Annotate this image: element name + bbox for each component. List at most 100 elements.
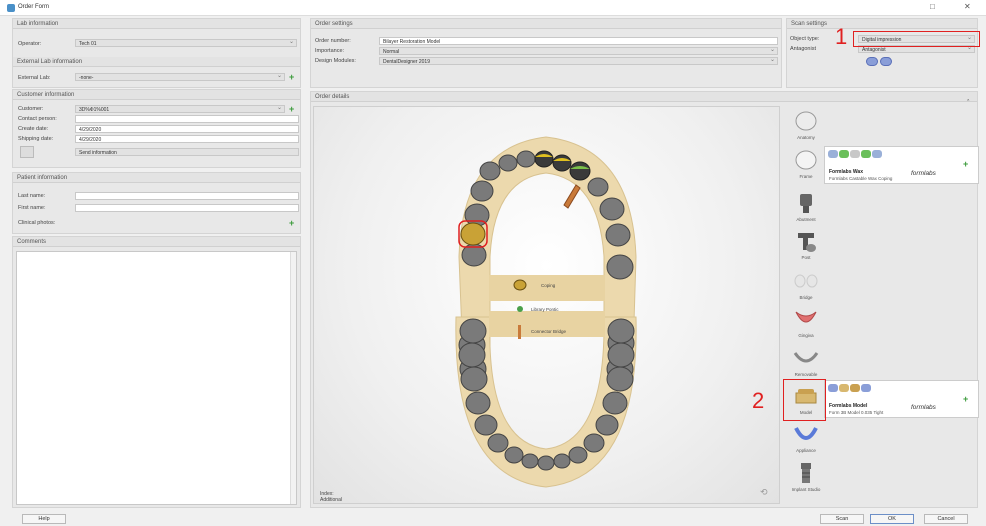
annotation-box-1 <box>853 31 980 47</box>
app-icon <box>7 4 15 12</box>
library-pontic-legend-icon <box>517 306 523 312</box>
create-date-input[interactable]: 4/29/2020 <box>75 125 299 133</box>
shipping-date-input[interactable]: 4/29/2020 <box>75 135 299 143</box>
legend-library-pontic: Library Pontic <box>531 307 559 312</box>
customer-info-panel: Customer information Customer: 3D%Ф1%001… <box>12 89 301 168</box>
order-number-input[interactable]: Bilayer Restoration Model <box>379 37 778 45</box>
legend-connector-bridge: Connector Bridge <box>531 329 567 334</box>
tool-abutment[interactable]: Abutment <box>789 190 823 222</box>
design-modules-select[interactable]: DentalDesigner 2019 <box>379 57 778 65</box>
annotation-number-2: 2 <box>752 388 765 413</box>
bridge-icon <box>792 268 820 294</box>
frame-formlabs-logo: formlabs <box>911 170 936 177</box>
tool-removable-label: Removable <box>794 372 818 377</box>
frame-material-name: Formlabs Wax <box>829 169 863 175</box>
removable-icon <box>792 345 820 371</box>
add-photo-icon[interactable]: + <box>289 219 294 228</box>
scan-settings-panel: Scan settings Object type: Digital impre… <box>786 18 978 88</box>
scan-button[interactable]: Scan <box>820 514 864 524</box>
ok-button[interactable]: OK <box>870 514 914 524</box>
dental-arch-svg <box>455 136 637 488</box>
abutment-icon <box>792 190 820 216</box>
tool-post-label: Post <box>801 255 811 260</box>
frame-material-thumbnails <box>828 150 883 160</box>
window-title: Order Form <box>18 4 50 10</box>
comments-scrollbar[interactable] <box>290 252 296 504</box>
lower-jaw-icon[interactable] <box>880 57 892 66</box>
contact-input[interactable] <box>75 115 299 123</box>
order-settings-header: Order settings <box>311 19 781 29</box>
tool-frame[interactable]: Frame <box>789 147 823 179</box>
add-frame-material-icon[interactable]: + <box>963 160 968 169</box>
external-lab-label: External Lab: <box>18 75 51 81</box>
add-model-material-icon[interactable]: + <box>963 395 968 404</box>
tool-frame-label: Frame <box>799 174 813 179</box>
customer-info-header: Customer information <box>13 90 300 100</box>
importance-label: Importance: <box>315 48 345 54</box>
frame-icon <box>792 147 820 173</box>
comments-panel: Comments <box>12 236 301 508</box>
tool-appliance[interactable]: Appliance <box>789 421 823 453</box>
object-type-label: Object type: <box>790 36 820 42</box>
additional-label: Additional <box>320 497 342 503</box>
tool-anatomy-label: Anatomy <box>797 135 815 140</box>
tool-anatomy[interactable]: Anatomy <box>789 108 823 140</box>
gingiva-icon <box>792 306 820 332</box>
post-icon <box>792 228 820 254</box>
send-information-field[interactable]: Send information <box>75 148 299 156</box>
send-icon[interactable] <box>20 146 34 158</box>
shipping-date-label: Shipping date: <box>18 136 54 142</box>
reset-view-icon[interactable]: ⟲ <box>760 487 768 498</box>
tool-bridge[interactable]: Bridge <box>789 268 823 300</box>
last-name-input[interactable] <box>75 192 299 200</box>
customer-select[interactable]: 3D%Ф1%001 <box>75 105 285 113</box>
create-date-label: Create date: <box>18 126 49 132</box>
connector-legend-icon <box>518 325 521 339</box>
collapse-icon[interactable]: ‸ <box>967 93 969 101</box>
anatomy-icon <box>792 108 820 134</box>
cancel-button[interactable]: Cancel <box>924 514 968 524</box>
order-details-header: Order details <box>311 92 977 102</box>
last-name-label: Last name: <box>18 193 46 199</box>
add-external-lab-icon[interactable]: + <box>289 73 294 82</box>
model-material-name: Formlabs Model <box>829 403 868 409</box>
coping-band <box>489 275 605 301</box>
design-modules-label: Design Modules: <box>315 58 356 64</box>
model-formlabs-logo: formlabs <box>911 404 936 411</box>
tool-appliance-label: Appliance <box>796 448 816 453</box>
lab-info-panel: Lab information Operator: Tech 01 Extern… <box>12 18 301 88</box>
help-button[interactable]: Help <box>22 514 66 524</box>
tool-removable[interactable]: Removable <box>789 345 823 377</box>
clinical-photos-label: Clinical photos: <box>18 220 56 226</box>
tool-gingiva[interactable]: Gingiva <box>789 306 823 338</box>
external-lab-select[interactable]: -none- <box>75 73 285 81</box>
comments-textarea[interactable] <box>16 251 297 505</box>
restore-icon[interactable]: □ <box>930 2 935 11</box>
tool-implant-studio[interactable]: Implant Studio <box>789 460 823 492</box>
contact-label: Contact person: <box>18 116 57 122</box>
comments-header: Comments <box>13 237 300 247</box>
legend-coping: Coping <box>541 283 556 288</box>
patient-info-header: Patient information <box>13 173 300 183</box>
close-icon[interactable]: ✕ <box>964 2 971 11</box>
implant-icon <box>792 460 820 486</box>
lab-info-header: Lab information <box>13 19 300 29</box>
order-settings-panel: Order settings Order number: Bilayer Res… <box>310 18 782 88</box>
tool-post[interactable]: Post <box>789 228 823 260</box>
coping-legend-icon <box>513 279 527 291</box>
antagonist-label: Antagonist <box>790 46 816 52</box>
upper-jaw-icon[interactable] <box>866 57 878 66</box>
tool-abutment-label: Abutment <box>796 217 816 222</box>
first-name-input[interactable] <box>75 204 299 212</box>
title-bar: Order Form □ ✕ <box>0 0 986 16</box>
model-material-panel[interactable]: Formlabs Model Form 3B Model 0.035 Tight… <box>824 380 979 418</box>
tool-bridge-label: Bridge <box>799 295 813 300</box>
add-customer-icon[interactable]: + <box>289 105 294 114</box>
first-name-label: First name: <box>18 205 46 211</box>
tooth-chart-canvas[interactable]: Coping Library Pontic Connector Bridge I… <box>313 106 780 504</box>
operator-select[interactable]: Tech 01 <box>75 39 297 47</box>
appliance-icon <box>792 421 820 447</box>
frame-material-panel[interactable]: Formlabs Wax Formlabs Castable Wax Copin… <box>824 146 979 184</box>
importance-select[interactable]: Normal <box>379 47 778 55</box>
tool-implant-label: Implant Studio <box>791 487 821 492</box>
